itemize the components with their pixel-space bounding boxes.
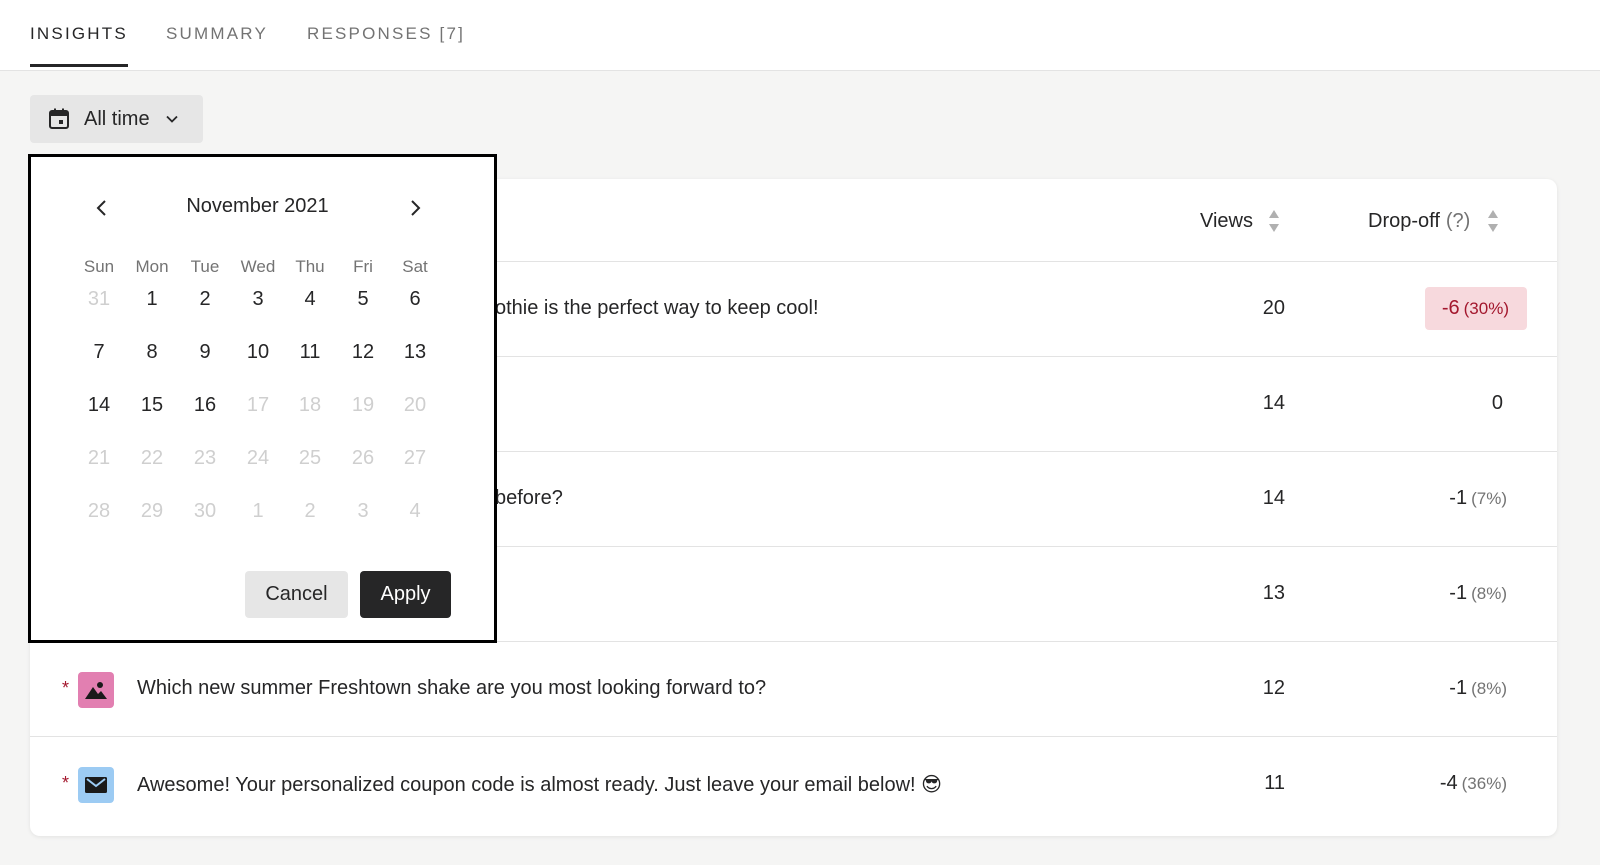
calendar-icon: [49, 108, 69, 129]
calendar-day: 18: [298, 394, 322, 416]
calendar-day[interactable]: 10: [231, 332, 285, 372]
calendar-day[interactable]: 12: [336, 332, 390, 372]
date-range-label: All time: [84, 107, 150, 130]
calendar-day[interactable]: 15: [125, 385, 179, 425]
dropoff-cell: -1 (8%): [1449, 677, 1507, 700]
tab-summary[interactable]: SUMMARY: [166, 24, 268, 66]
views-value: 14: [1262, 487, 1285, 509]
calendar-day: 26: [351, 447, 375, 469]
required-marker: *: [62, 678, 70, 698]
views-value: 11: [1264, 772, 1285, 794]
next-month-button[interactable]: [400, 193, 430, 223]
weekday-label: Mon: [135, 257, 169, 276]
dropoff-value: -6: [1441, 297, 1460, 319]
date-range-button[interactable]: All time: [30, 95, 203, 143]
calendar-day: 25: [298, 447, 322, 469]
tab-bar: INSIGHTS SUMMARY RESPONSES [7]: [0, 0, 1600, 71]
views-value: 20: [1262, 297, 1285, 319]
calendar-day[interactable]: 9: [178, 332, 232, 372]
dropoff-header-label: Drop-off: [1368, 209, 1440, 232]
dropoff-help-hint[interactable]: (?): [1446, 210, 1470, 233]
calendar-day: 2: [304, 500, 316, 522]
weekday-label: Sun: [83, 257, 115, 276]
weekday-label: Fri: [353, 257, 373, 276]
dropoff-percent: (36%): [1461, 774, 1507, 793]
dropoff-value: 0: [1491, 392, 1503, 414]
calendar-day[interactable]: 2: [178, 279, 232, 319]
calendar-day: 19: [351, 394, 375, 416]
weekday-label: Sat: [402, 257, 428, 276]
weekday-label: Wed: [240, 257, 276, 276]
chevron-down-icon: [165, 115, 178, 123]
dropoff-cell: -1 (7%): [1449, 487, 1507, 510]
calendar-day: 20: [403, 394, 427, 416]
apply-button[interactable]: Apply: [360, 571, 451, 618]
views-header-label: Views: [1200, 209, 1253, 232]
calendar-day: 23: [193, 447, 217, 469]
dropoff-value: -4: [1439, 772, 1458, 794]
weekday-label: Thu: [295, 257, 325, 276]
calendar-day: 28: [87, 500, 111, 522]
views-value: 13: [1262, 582, 1285, 604]
calendar-day: 29: [140, 500, 164, 522]
calendar-day: 3: [357, 500, 369, 522]
sort-icon: [1488, 210, 1499, 232]
dropoff-column-header[interactable]: Drop-off (?): [1368, 208, 1500, 234]
calendar-day[interactable]: 13: [388, 332, 442, 372]
dropoff-value: -1: [1449, 677, 1468, 699]
calendar-day: 4: [409, 500, 421, 522]
dropoff-percent: (8%): [1471, 584, 1507, 603]
calendar-day: 22: [140, 447, 164, 469]
calendar-day[interactable]: 4: [283, 279, 337, 319]
question-text: before?: [495, 487, 563, 509]
calendar-day[interactable]: 14: [72, 385, 126, 425]
date-picker-popover: November 2021 Sun Mon Tue Wed Thu Fri Sat 31 1 2…: [28, 154, 497, 643]
email-icon: [78, 767, 114, 803]
calendar-day: 31: [87, 288, 111, 310]
calendar-day[interactable]: 16: [178, 385, 232, 425]
question-text: Awesome! Your personalized coupon code i…: [137, 774, 942, 796]
calendar-day: 24: [246, 447, 270, 469]
dropoff-cell: -4 (36%): [1440, 772, 1507, 795]
weekday-label: Tue: [190, 257, 220, 276]
cancel-button[interactable]: Cancel: [245, 571, 348, 618]
dropoff-value: -1: [1449, 582, 1468, 604]
calendar-day[interactable]: 11: [283, 332, 337, 372]
dropoff-percent: (7%): [1471, 489, 1507, 508]
dropoff-value: -1: [1449, 487, 1468, 509]
calendar-day[interactable]: 8: [125, 332, 179, 372]
dropoff-percent: (30%): [1463, 299, 1509, 318]
views-value: 12: [1262, 677, 1285, 699]
sort-icon: [1269, 210, 1279, 232]
calendar-day[interactable]: 6: [388, 279, 442, 319]
required-marker: *: [62, 773, 70, 793]
calendar-day[interactable]: 7: [72, 332, 126, 372]
calendar-day: 17: [246, 394, 270, 416]
table-row[interactable]: * Awesome! Your personalized coupon code…: [30, 737, 1557, 832]
tab-responses[interactable]: RESPONSES [7]: [307, 24, 465, 66]
views-column-header[interactable]: Views: [1200, 208, 1281, 234]
views-value: 14: [1262, 392, 1285, 414]
dropoff-cell: -1 (8%): [1449, 582, 1507, 605]
dropoff-percent: (8%): [1471, 679, 1507, 698]
calendar-day: 1: [252, 500, 264, 522]
dropoff-badge: -6 (30%): [1424, 287, 1527, 330]
tab-insights[interactable]: INSIGHTS: [30, 24, 128, 67]
calendar-day: 21: [87, 447, 111, 469]
question-text: othie is the perfect way to keep cool!: [495, 297, 819, 319]
image-icon: [78, 672, 114, 708]
question-text: Which new summer Freshtown shake are you…: [137, 677, 767, 699]
calendar-day[interactable]: 5: [336, 279, 390, 319]
calendar-day: 30: [193, 500, 217, 522]
calendar-day[interactable]: 3: [231, 279, 285, 319]
dropoff-cell: 0: [1492, 392, 1507, 415]
chevron-right-icon: [411, 200, 421, 216]
table-row[interactable]: * Which new summer Freshtown shake are y…: [30, 642, 1557, 737]
calendar-day[interactable]: 1: [125, 279, 179, 319]
calendar-day: 27: [403, 447, 427, 469]
